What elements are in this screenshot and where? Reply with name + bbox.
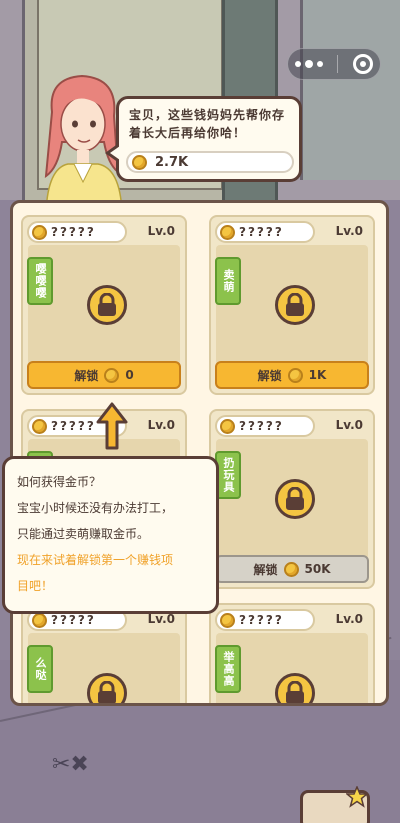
- unlock-button[interactable]: 解锁 50K: [215, 555, 369, 583]
- lock-icon: [275, 285, 315, 325]
- card-level: Lv.0: [147, 418, 175, 432]
- tip-text: 宝宝小时候还没有办法打工，: [17, 501, 174, 515]
- lock-icon: [275, 479, 315, 519]
- close-icon[interactable]: [352, 54, 373, 74]
- bubble-tail-fill: [110, 146, 120, 160]
- coin-icon: [220, 418, 235, 434]
- unlock-button[interactable]: 解锁 1K: [215, 361, 369, 389]
- project-card[interactable]: ????? Lv.0 举高高: [209, 603, 375, 703]
- unlock-label: 解锁: [74, 368, 99, 383]
- unlock-label: 解锁: [253, 562, 278, 577]
- coin-icon: [32, 224, 47, 240]
- card-name-pill: ?????: [27, 221, 127, 243]
- tip-highlight-text: 现在来试着解锁第一个赚钱项: [17, 553, 174, 567]
- lock-icon: [275, 673, 315, 703]
- coin-icon: [32, 612, 47, 628]
- card-level: Lv.0: [335, 224, 363, 238]
- coin-icon: [32, 418, 47, 434]
- card-tag: 么哒: [27, 645, 53, 693]
- arrow-up-icon: [96, 402, 128, 450]
- card-name-pill: ?????: [215, 415, 315, 437]
- more-icon[interactable]: [295, 60, 324, 68]
- card-level: Lv.0: [335, 612, 363, 626]
- earning-projects-panel: ????? Lv.0 嘤嘤嘤 解锁 0 ????? Lv.0 卖萌 解锁 1K: [10, 200, 389, 706]
- card-tag: 举高高: [215, 645, 241, 693]
- card-name: ?????: [51, 419, 96, 433]
- lock-icon: [87, 285, 127, 325]
- floor-clutter-icon: ✂✖: [52, 752, 89, 777]
- coin-icon: [220, 612, 235, 628]
- capsule-divider: [337, 55, 339, 73]
- miniprogram-capsule: [287, 48, 381, 80]
- unlock-price: 0: [125, 368, 134, 382]
- tutorial-tip-dialog: 如何获得金币？ 宝宝小时候还没有办法打工， 只能通过卖萌赚取金币。 现在来试着解…: [2, 456, 219, 614]
- card-name-pill: ?????: [215, 609, 315, 631]
- bubble-message: 宝贝，这些钱妈妈先帮你存着长大后再给你哈！: [129, 108, 286, 140]
- coin-icon: [104, 367, 120, 383]
- unlock-label: 解锁: [257, 368, 282, 383]
- mom-speech-bubble: 宝贝，这些钱妈妈先帮你存着长大后再给你哈！ 2.7K: [105, 96, 302, 182]
- star-icon: [346, 786, 368, 808]
- tip-text: 只能通过卖萌赚取金币。: [17, 527, 150, 541]
- tip-highlight-text: 目吧！: [17, 579, 54, 593]
- project-card[interactable]: ????? Lv.0 卖萌 解锁 1K: [209, 215, 375, 395]
- lock-icon: [87, 673, 127, 703]
- card-tag: 卖萌: [215, 257, 241, 305]
- background-window: [300, 0, 400, 180]
- unlock-price: 50K: [304, 562, 331, 576]
- project-card[interactable]: ????? Lv.0 么哒: [21, 603, 187, 703]
- coin-icon: [132, 154, 147, 170]
- mom-character: [44, 74, 123, 212]
- card-name: ?????: [51, 613, 96, 627]
- card-name: ?????: [239, 613, 284, 627]
- card-level: Lv.0: [335, 418, 363, 432]
- card-level: Lv.0: [147, 224, 175, 238]
- project-card[interactable]: ????? Lv.0 嘤嘤嘤 解锁 0: [21, 215, 187, 395]
- coin-icon: [220, 224, 235, 240]
- saved-coins-value: 2.7K: [155, 154, 189, 170]
- project-card[interactable]: ????? Lv.0 扔玩具 解锁 50K: [209, 409, 375, 589]
- card-tag: 嘤嘤嘤: [27, 257, 53, 305]
- card-name: ?????: [239, 419, 284, 433]
- card-level: Lv.0: [147, 612, 175, 626]
- saved-coins-display: 2.7K: [126, 151, 294, 173]
- card-name: ?????: [51, 225, 96, 239]
- card-name: ?????: [239, 225, 284, 239]
- coin-icon: [283, 561, 299, 577]
- card-name-pill: ?????: [215, 221, 315, 243]
- tip-title: 如何获得金币？: [17, 475, 102, 489]
- unlock-price: 1K: [308, 368, 327, 382]
- coin-icon: [287, 367, 303, 383]
- unlock-button[interactable]: 解锁 0: [27, 361, 181, 389]
